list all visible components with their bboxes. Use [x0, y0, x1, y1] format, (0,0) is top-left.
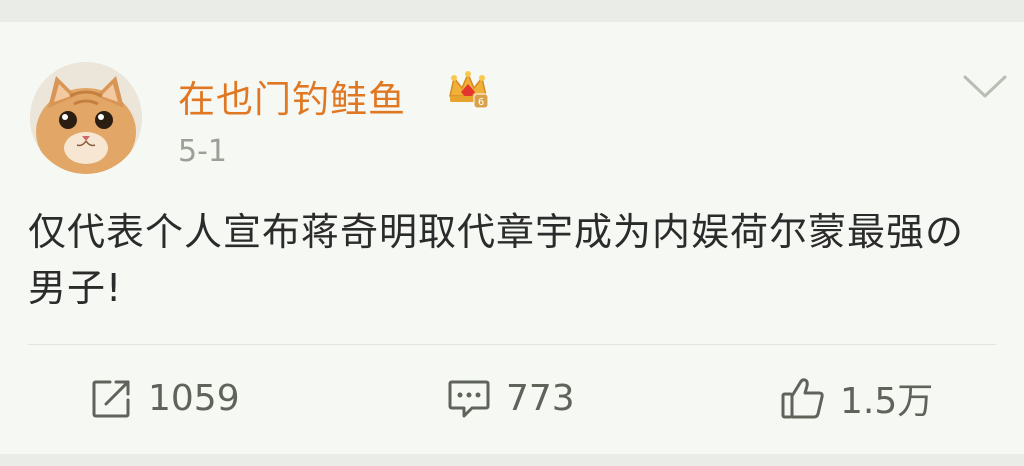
chevron-down-icon[interactable]	[962, 74, 1008, 100]
divider	[28, 344, 996, 345]
cat-avatar-icon	[30, 62, 142, 174]
repost-button[interactable]: 1059	[90, 372, 240, 424]
vip-level: 6	[478, 97, 484, 108]
post-text: 仅代表个人宣布蒋奇明取代章宇成为内娱荷尔蒙最强の男子!	[28, 210, 965, 310]
comment-button[interactable]: 773	[446, 372, 575, 424]
crown-vip-icon[interactable]: 6	[446, 70, 490, 110]
username[interactable]: 在也门钓鲑鱼	[178, 69, 406, 123]
weibo-post-page: 在也门钓鲑鱼 6 5-1 仅代表个人宣布蒋奇明取代章宇成为内娱荷尔蒙最强の男子!	[0, 0, 1024, 466]
comment-icon	[448, 380, 490, 418]
post-card: 在也门钓鲑鱼 6 5-1 仅代表个人宣布蒋奇明取代章宇成为内娱荷尔蒙最强の男子!	[0, 22, 1024, 454]
thumbs-up-icon	[781, 378, 824, 419]
avatar[interactable]	[30, 62, 142, 174]
comment-count: 773	[506, 377, 575, 419]
like-count: 1.5万	[840, 381, 934, 422]
like-button[interactable]: 1.5万	[780, 372, 933, 424]
post-time: 5-1	[178, 134, 227, 169]
repost-icon	[92, 380, 130, 418]
repost-count: 1059	[148, 377, 240, 419]
